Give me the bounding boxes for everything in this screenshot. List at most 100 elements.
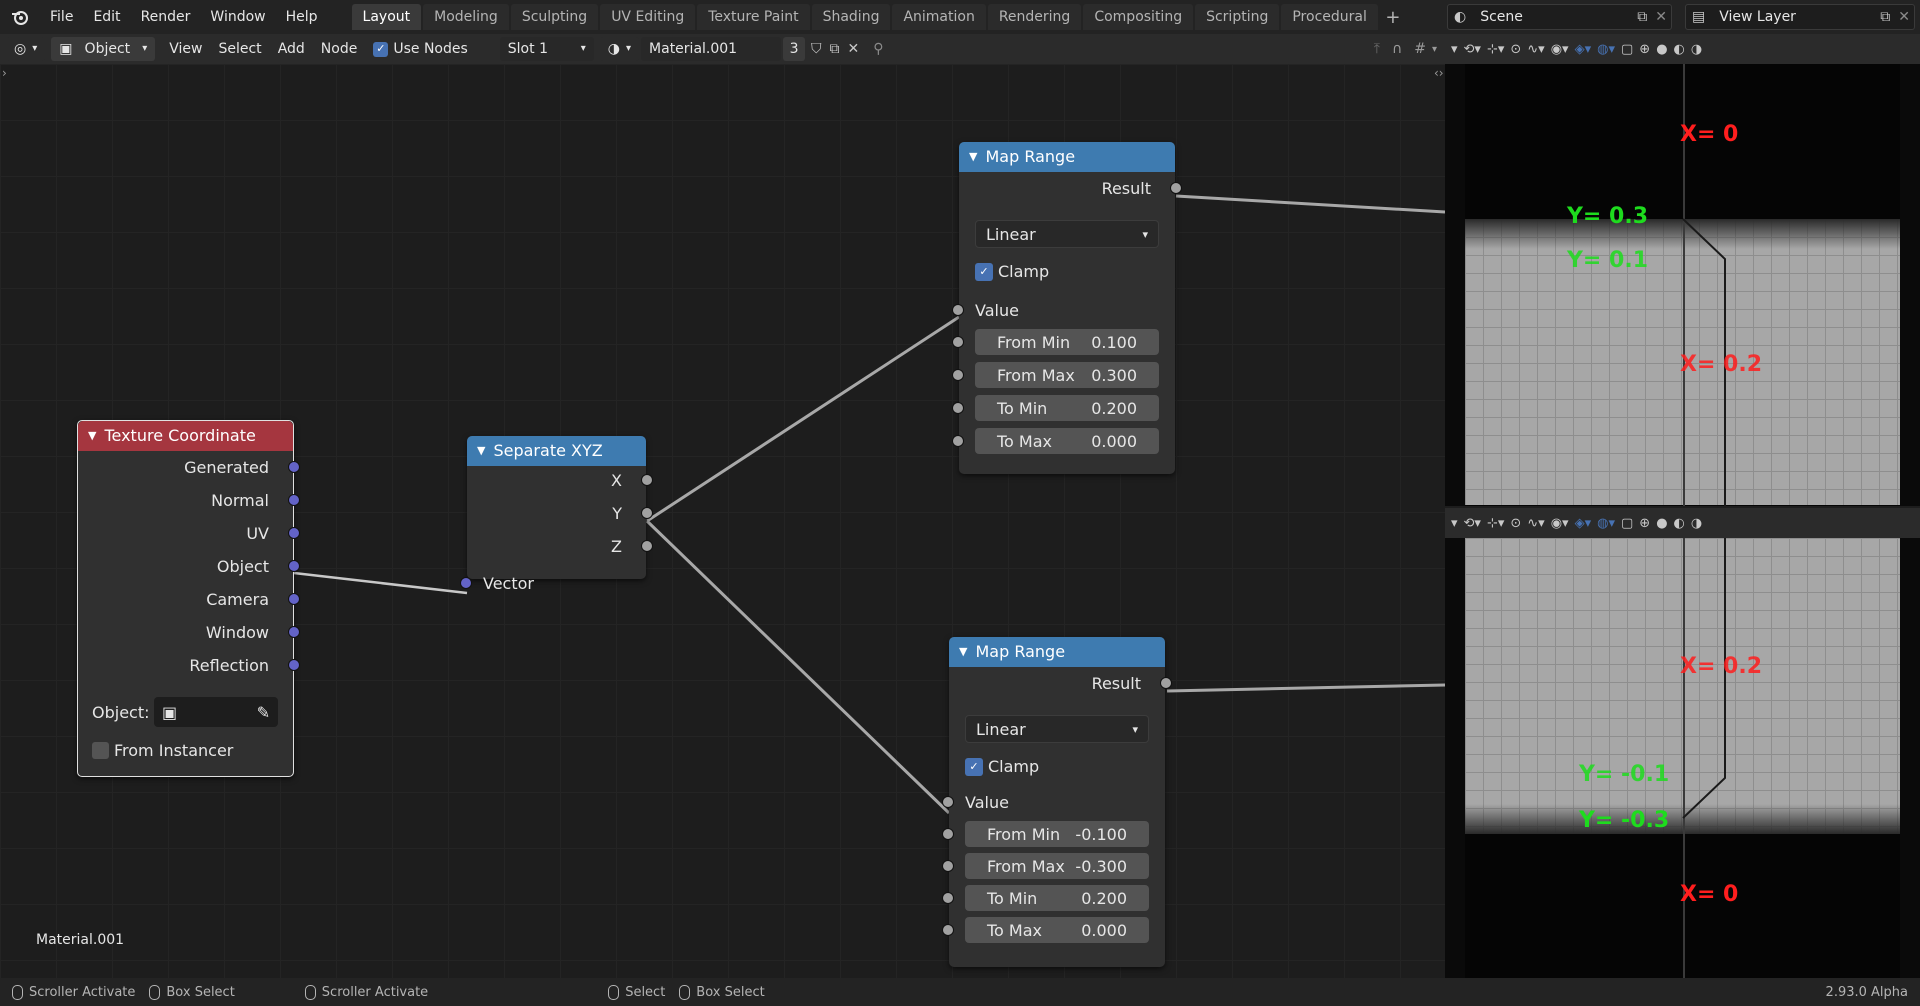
socket-z[interactable] [641,540,653,552]
menu-edit[interactable]: Edit [83,0,130,34]
editor-type-dropdown[interactable]: ◎ ▾ [6,37,46,61]
socket-uv[interactable] [288,527,300,539]
tab-sculpting[interactable]: Sculpting [510,4,599,30]
from-max-field[interactable]: From Max -0.300 [965,853,1149,879]
tab-uv-editing[interactable]: UV Editing [600,4,696,30]
blender-logo-icon[interactable] [0,0,40,34]
link-result-1-out[interactable] [1175,194,1445,214]
socket-result[interactable] [1170,182,1182,194]
collapse-arrow-icon[interactable]: ▼ [88,421,96,451]
viewport-bottom[interactable]: ▾ ⟲▾ ⊹▾ ⊙ ∿▾ ◉▾ ◈▾ ◍▾ ▢ ⊕ ● ◐ ◑ X= 0.2 Y… [1445,508,1920,978]
fake-user-shield-icon[interactable]: ⛉ [807,41,826,57]
pin-icon[interactable]: ⚲ [863,41,893,57]
node-header[interactable]: ▼ Separate XYZ [467,436,646,466]
material-users-count[interactable]: 3 [783,37,806,61]
collapse-arrow-icon[interactable]: ▼ [959,637,967,667]
socket-from-max[interactable] [952,369,964,381]
socket-x[interactable] [641,474,653,486]
tab-modeling[interactable]: Modeling [423,4,509,30]
socket-from-max[interactable] [942,860,954,872]
socket-camera[interactable] [288,593,300,605]
map-range-node-1[interactable]: ▼ Map Range Result Linear ▾ ✓ Clamp Valu… [952,142,1182,474]
tab-procedural[interactable]: Procedural [1281,4,1378,30]
close-icon[interactable]: ✕ [1894,9,1914,25]
new-view-layer-icon[interactable]: ⧉ [1876,9,1894,25]
unlink-x-icon[interactable]: ✕ [844,41,864,57]
socket-reflection[interactable] [288,659,300,671]
menu-add[interactable]: Add [270,37,313,61]
interpolation-dropdown[interactable]: Linear ▾ [965,715,1149,743]
tab-rendering[interactable]: Rendering [987,4,1082,30]
menu-render[interactable]: Render [131,0,201,34]
eyedropper-icon[interactable]: ✎ [257,703,270,722]
menu-view[interactable]: View [161,37,210,61]
material-browse-button[interactable]: ◑ ▾ [599,37,640,61]
tab-animation[interactable]: Animation [892,4,986,30]
snap-grid-icon[interactable]: # [1408,41,1432,57]
material-name-field[interactable]: Material.001 [641,37,782,61]
add-workspace-icon[interactable]: + [1380,7,1406,28]
to-max-field[interactable]: To Max 0.000 [975,428,1159,454]
snap-magnet-icon[interactable]: ∩ [1386,41,1408,57]
menu-window[interactable]: Window [200,0,275,34]
menu-node[interactable]: Node [313,37,366,61]
socket-value[interactable] [942,796,954,808]
interpolation-dropdown[interactable]: Linear ▾ [975,220,1159,248]
node-header[interactable]: ▼ Map Range [959,142,1175,172]
tab-shading[interactable]: Shading [811,4,891,30]
link-object-to-vector[interactable] [293,571,468,595]
tab-scripting[interactable]: Scripting [1195,4,1280,30]
socket-from-min[interactable] [942,828,954,840]
socket-generated[interactable] [288,461,300,473]
from-min-field[interactable]: From Min -0.100 [965,821,1149,847]
to-min-field[interactable]: To Min 0.200 [965,885,1149,911]
socket-normal[interactable] [288,494,300,506]
scene-selector[interactable]: ◐ Scene ⧉ ✕ [1447,4,1672,30]
separate-xyz-node[interactable]: ▼ Separate XYZ X Y Z Vector [460,436,653,593]
tab-compositing[interactable]: Compositing [1083,4,1194,30]
from-min-field[interactable]: From Min 0.100 [975,329,1159,355]
menu-file[interactable]: File [40,0,83,34]
socket-y[interactable] [641,507,653,519]
view-layer-selector[interactable]: ▤ View Layer ⧉ ✕ [1685,4,1915,30]
object-type-dropdown[interactable]: ▣ Object ▾ [51,37,156,61]
link-result-2-out[interactable] [1166,683,1445,693]
socket-to-min[interactable] [942,892,954,904]
socket-to-min[interactable] [952,402,964,414]
close-icon[interactable]: ✕ [1651,9,1671,25]
tab-texture-paint[interactable]: Texture Paint [697,4,810,30]
node-header[interactable]: ▼ Texture Coordinate [78,421,293,451]
parent-node-arrow-icon[interactable]: ⤒ [1368,41,1386,57]
socket-value[interactable] [952,304,964,316]
from-max-field[interactable]: From Max 0.300 [975,362,1159,388]
new-material-icon[interactable]: ⧉ [826,41,844,57]
new-scene-icon[interactable]: ⧉ [1633,9,1651,25]
node-header[interactable]: ▼ Map Range [949,637,1165,667]
link-y-to-value-1[interactable] [646,315,960,523]
socket-window[interactable] [288,626,300,638]
use-nodes-toggle[interactable]: ✓ Use Nodes [365,37,475,61]
collapse-arrow-icon[interactable]: ▼ [477,436,485,466]
socket-from-min[interactable] [952,336,964,348]
menu-select[interactable]: Select [210,37,269,61]
to-min-field[interactable]: To Min 0.200 [975,395,1159,421]
clamp-toggle[interactable]: ✓ Clamp [975,262,1049,281]
socket-object[interactable] [288,560,300,572]
node-editor-canvas[interactable]: › ‹› ▼ Texture Coordinate Generated Norm… [0,64,1445,978]
menu-help[interactable]: Help [276,0,328,34]
socket-vector[interactable] [460,577,472,589]
object-picker-field[interactable]: ▣ ✎ [154,697,278,727]
map-range-node-2[interactable]: ▼ Map Range Result Linear ▾ ✓ Clamp Valu… [942,637,1172,967]
texture-coordinate-node[interactable]: ▼ Texture Coordinate Generated Normal UV… [77,420,300,777]
socket-to-max[interactable] [952,435,964,447]
socket-to-max[interactable] [942,924,954,936]
slot-dropdown[interactable]: Slot 1 ▾ [499,37,594,61]
from-instancer-toggle[interactable]: From Instancer [92,741,233,760]
socket-result[interactable] [1160,677,1172,689]
clamp-toggle[interactable]: ✓ Clamp [965,757,1039,776]
link-y-to-value-2[interactable] [645,519,951,815]
collapse-arrow-icon[interactable]: ▼ [969,142,977,172]
tab-layout[interactable]: Layout [351,4,422,30]
to-max-field[interactable]: To Max 0.000 [965,917,1149,943]
viewport-top[interactable]: ▾ ⟲▾ ⊹▾ ⊙ ∿▾ ◉▾ ◈▾ ◍▾ ▢ ⊕ ● ◐ ◑ X= 0 Y= … [1445,34,1920,506]
